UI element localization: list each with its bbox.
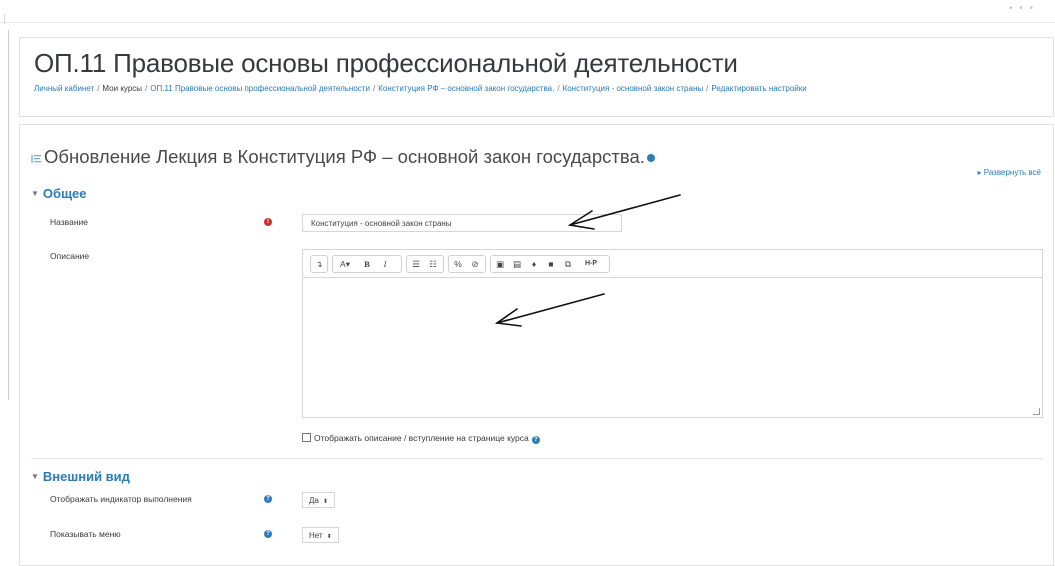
chevron-down-icon: ▼	[31, 472, 39, 481]
show-description-label: Отображать описание / вступление на стра…	[314, 433, 529, 443]
resize-handle-icon[interactable]	[1033, 408, 1040, 415]
question-circle-icon[interactable]: ?	[531, 436, 540, 444]
form-heading-icon	[31, 147, 41, 169]
link-icon[interactable]: %	[451, 257, 465, 271]
description-label: Описание	[50, 251, 90, 261]
section-general-toggle[interactable]: ▼ Общее	[31, 186, 87, 201]
section-appearance-title: Внешний вид	[42, 469, 130, 484]
form-heading-text: Обновление Лекция в Конституция РФ – осн…	[44, 146, 645, 167]
bullet-list-icon[interactable]: ☰	[409, 257, 423, 271]
numbered-list-icon[interactable]: ☷	[426, 257, 440, 271]
image-icon[interactable]: ▣	[493, 257, 507, 271]
breadcrumb-item-section[interactable]: Конституция РФ – основной закон государс…	[378, 84, 554, 93]
breadcrumb-item-my-courses: Мои курсы	[102, 84, 143, 93]
page-title: ОП.11 Правовые основы профессиональной д…	[34, 48, 738, 78]
section-divider	[31, 458, 1043, 459]
form-heading: Обновление Лекция в Конституция РФ – осн…	[31, 146, 655, 169]
unlink-icon[interactable]: ⊘	[468, 257, 482, 271]
settings-form-card: Обновление Лекция в Конституция РФ – осн…	[19, 124, 1054, 566]
description-editor: ↴ A▾ B I ☰ ☷ % ⊘ ▣ ▤ ♦ ■ ⧉ H-P	[302, 249, 1043, 418]
page-header: ОП.11 Правовые основы профессиональной д…	[19, 37, 1054, 117]
select-arrows-icon: ⬍	[326, 534, 332, 540]
expand-all-link[interactable]: ▸ Развернуть всё	[978, 168, 1042, 177]
editor-toolbar: ↴ A▾ B I ☰ ☷ % ⊘ ▣ ▤ ♦ ■ ⧉ H-P	[302, 249, 1043, 278]
left-drawer-edge	[8, 30, 9, 400]
progress-bar-select[interactable]: Да ⬍	[302, 492, 335, 508]
required-exclamation-icon: !	[264, 218, 272, 226]
progress-bar-label: Отображать индикатор выполнения	[50, 494, 192, 504]
breadcrumb-item-dashboard[interactable]: Личный кабинет	[34, 84, 94, 93]
font-style-label: A	[340, 259, 346, 269]
question-circle-icon[interactable]: ?	[264, 495, 272, 503]
show-menu-select-value: Нет	[309, 531, 323, 540]
microphone-icon[interactable]: ♦	[527, 257, 541, 271]
collapse-toolbar-icon[interactable]: ↴	[313, 257, 325, 271]
italic-button[interactable]: I	[379, 257, 391, 271]
section-general-title: Общее	[42, 186, 87, 201]
question-circle-icon[interactable]	[646, 154, 655, 163]
h5p-button[interactable]: H-P	[578, 257, 604, 271]
name-label: Название	[50, 217, 88, 227]
top-navbar: • • •	[0, 0, 1055, 23]
chevron-down-icon: ▼	[31, 189, 39, 198]
bold-button[interactable]: B	[361, 257, 373, 271]
breadcrumb-separator: /	[557, 84, 560, 93]
media-icon[interactable]: ▤	[510, 257, 524, 271]
show-menu-label: Показывать меню	[50, 529, 121, 539]
show-menu-select[interactable]: Нет ⬍	[302, 527, 339, 543]
section-appearance-toggle[interactable]: ▼ Внешний вид	[31, 469, 130, 484]
name-input[interactable]	[302, 214, 622, 232]
navbar-dots-icon[interactable]: • • •	[1009, 3, 1035, 14]
breadcrumb-separator: /	[372, 84, 376, 93]
breadcrumb-item-course[interactable]: ОП.11 Правовые основы профессиональной д…	[150, 84, 370, 93]
breadcrumb-item-edit-settings[interactable]: Редактировать настройки	[711, 84, 806, 93]
expand-all-label: Развернуть всё	[983, 168, 1041, 177]
left-drawer-edge-top	[4, 14, 5, 24]
breadcrumb: Личный кабинет / Мои курсы / ОП.11 Правовые …	[34, 84, 807, 93]
select-arrows-icon: ⬍	[322, 499, 328, 505]
description-textarea[interactable]	[302, 277, 1043, 418]
breadcrumb-separator: /	[145, 84, 148, 93]
show-description-row: Отображать описание / вступление на стра…	[302, 433, 540, 444]
progress-bar-select-value: Да	[309, 496, 319, 505]
question-circle-icon[interactable]: ?	[264, 530, 272, 538]
breadcrumb-item-lesson[interactable]: Конституция - основной закон страны	[563, 84, 704, 93]
video-camera-icon[interactable]: ■	[544, 257, 558, 271]
font-style-button[interactable]: A▾	[335, 257, 355, 271]
show-description-checkbox[interactable]	[302, 433, 311, 442]
manage-files-icon[interactable]: ⧉	[561, 257, 575, 271]
